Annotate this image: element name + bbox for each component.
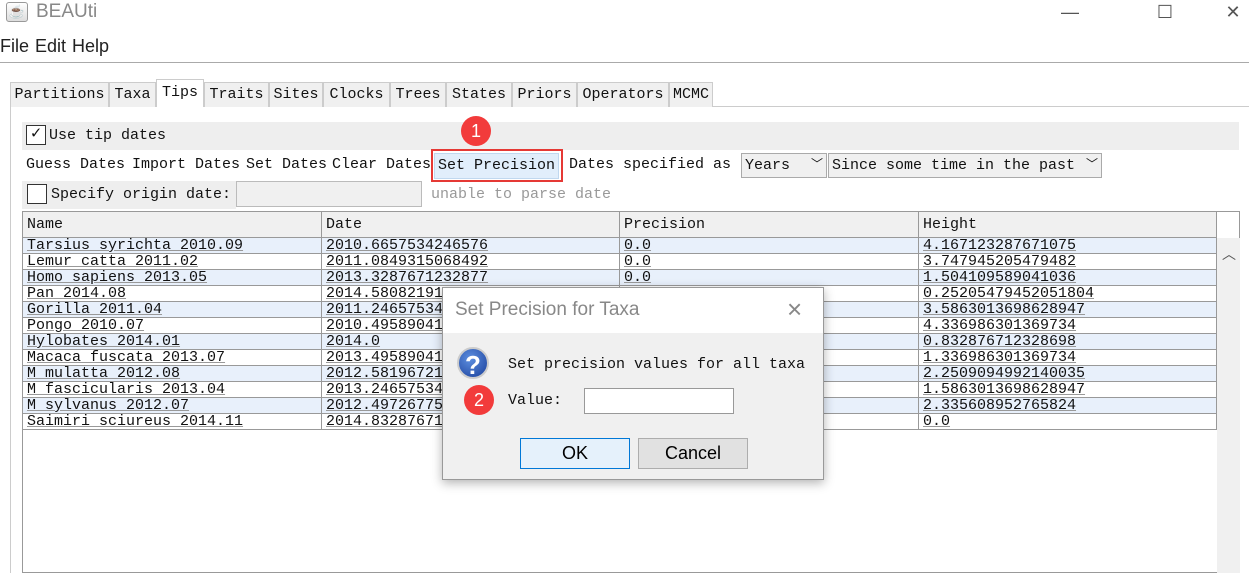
units-value: Years [745, 157, 791, 174]
step-badge-1: 1 [461, 116, 491, 146]
cell-name[interactable]: Pan 2014.08 [23, 286, 322, 302]
cell-name[interactable]: Hylobates 2014.01 [23, 334, 322, 350]
minimize-button[interactable]: — [1047, 0, 1093, 26]
column-header-height[interactable]: Height [919, 212, 1217, 238]
units-select[interactable]: Years ﹀ [741, 153, 827, 178]
tab-operators[interactable]: Operators [577, 82, 669, 107]
cell-name[interactable]: Homo sapiens 2013.05 [23, 270, 322, 286]
cell-height[interactable]: 2.2509094992140035 [919, 366, 1217, 382]
cancel-button[interactable]: Cancel [638, 438, 748, 469]
menu-file[interactable]: File [0, 36, 29, 57]
cell-date[interactable]: 2011.0849315068492 [322, 254, 620, 270]
cell-height[interactable]: 3.5863013698628947 [919, 302, 1217, 318]
dialog-message: Set precision values for all taxa [508, 356, 806, 373]
question-icon: ? [457, 347, 489, 380]
cell-name[interactable]: M sylvanus 2012.07 [23, 398, 322, 414]
tab-mcmc[interactable]: MCMC [669, 82, 713, 107]
tab-clocks[interactable]: Clocks [323, 82, 390, 107]
maximize-button[interactable]: ☐ [1142, 0, 1188, 26]
cell-height[interactable]: 0.0 [919, 414, 1217, 430]
cell-height[interactable]: 4.167123287671075 [919, 238, 1217, 254]
cell-height[interactable]: 2.335608952765824 [919, 398, 1217, 414]
tab-priors[interactable]: Priors [512, 82, 577, 107]
specify-origin-checkbox[interactable] [27, 184, 47, 204]
dialog-title: Set Precision for Taxa [455, 299, 640, 320]
cell-precision[interactable]: 0.0 [620, 238, 919, 254]
clear-dates-button[interactable]: Clear Dates [332, 156, 431, 173]
menu-bar: File Edit Help [0, 36, 115, 62]
use-tip-dates-row: ✓ Use tip dates [22, 122, 1239, 150]
cell-height[interactable]: 0.25205479452051804 [919, 286, 1217, 302]
cell-date[interactable]: 2010.6657534246576 [322, 238, 620, 254]
cell-height[interactable]: 3.747945205479482 [919, 254, 1217, 270]
tab-tips[interactable]: Tips [156, 79, 204, 107]
vertical-scrollbar[interactable] [1217, 238, 1240, 573]
origin-status: unable to parse date [431, 186, 612, 203]
use-tip-dates-label: Use tip dates [49, 127, 167, 144]
cell-name[interactable]: Gorilla 2011.04 [23, 302, 322, 318]
column-header-name[interactable]: Name [23, 212, 322, 238]
direction-select[interactable]: Since some time in the past ﹀ [828, 153, 1102, 178]
set-precision-dialog: Set Precision for Taxa × ? Set precision… [442, 287, 824, 480]
tab-sites[interactable]: Sites [269, 82, 323, 107]
origin-date-input[interactable] [236, 181, 422, 207]
cell-height[interactable]: 1.336986301369734 [919, 350, 1217, 366]
cell-name[interactable]: Pongo 2010.07 [23, 318, 322, 334]
set-dates-button[interactable]: Set Dates [246, 156, 327, 173]
divider [0, 62, 1249, 63]
title-bar: ☕ BEAUti — ☐ ✕ [0, 0, 1249, 28]
direction-value: Since some time in the past [832, 157, 1076, 174]
cell-height[interactable]: 0.832876712328698 [919, 334, 1217, 350]
use-tip-dates-checkbox[interactable]: ✓ [26, 125, 46, 145]
cell-name[interactable]: Macaca fuscata 2013.07 [23, 350, 322, 366]
cell-precision[interactable]: 0.0 [620, 254, 919, 270]
step-badge-2: 2 [464, 385, 494, 415]
tab-partitions[interactable]: Partitions [10, 82, 109, 107]
cell-height[interactable]: 4.336986301369734 [919, 318, 1217, 334]
table-row[interactable]: Lemur catta 2011.02 2011.0849315068492 0.0… [23, 254, 1217, 270]
scroll-up-icon[interactable]: ︿ [1222, 244, 1236, 264]
java-cup-icon: ☕ [6, 2, 28, 22]
dialog-title-bar: Set Precision for Taxa × [443, 288, 823, 333]
tab-states[interactable]: States [446, 82, 512, 107]
cell-name[interactable]: M mulatta 2012.08 [23, 366, 322, 382]
close-icon[interactable]: × [787, 294, 802, 325]
cell-name[interactable]: M fascicularis 2013.04 [23, 382, 322, 398]
table-row[interactable]: Homo sapiens 2013.05 2013.3287671232877 0.… [23, 270, 1217, 286]
cell-name[interactable]: Tarsius syrichta 2010.09 [23, 238, 322, 254]
tab-trees[interactable]: Trees [390, 82, 446, 107]
cell-name[interactable]: Lemur catta 2011.02 [23, 254, 322, 270]
tab-traits[interactable]: Traits [204, 82, 269, 107]
window-title: BEAUti [36, 1, 98, 22]
cell-name[interactable]: Saimiri sciureus 2014.11 [23, 414, 322, 430]
menu-help[interactable]: Help [72, 36, 109, 57]
column-header-precision[interactable]: Precision [620, 212, 919, 238]
value-label: Value: [508, 392, 563, 409]
ok-button[interactable]: OK [520, 438, 630, 469]
dates-specified-label: Dates specified as [569, 156, 732, 173]
close-button[interactable]: ✕ [1210, 0, 1249, 26]
column-header-date[interactable]: Date [322, 212, 620, 238]
specify-origin-label: Specify origin date: [51, 186, 232, 203]
precision-value-input[interactable] [584, 388, 734, 414]
menu-edit[interactable]: Edit [35, 36, 66, 57]
cell-date[interactable]: 2013.3287671232877 [322, 270, 620, 286]
cell-height[interactable]: 1.5863013698628947 [919, 382, 1217, 398]
chevron-down-icon: ﹀ [810, 158, 823, 172]
guess-dates-button[interactable]: Guess Dates [26, 156, 125, 173]
highlight-box [431, 149, 563, 182]
table-row[interactable]: Tarsius syrichta 2010.09 2010.66575342465… [23, 238, 1217, 254]
cell-height[interactable]: 1.504109589041036 [919, 270, 1217, 286]
cell-precision[interactable]: 0.0 [620, 270, 919, 286]
chevron-down-icon: ﹀ [1085, 158, 1098, 172]
import-dates-button[interactable]: Import Dates [132, 156, 240, 173]
tab-taxa[interactable]: Taxa [109, 82, 156, 107]
